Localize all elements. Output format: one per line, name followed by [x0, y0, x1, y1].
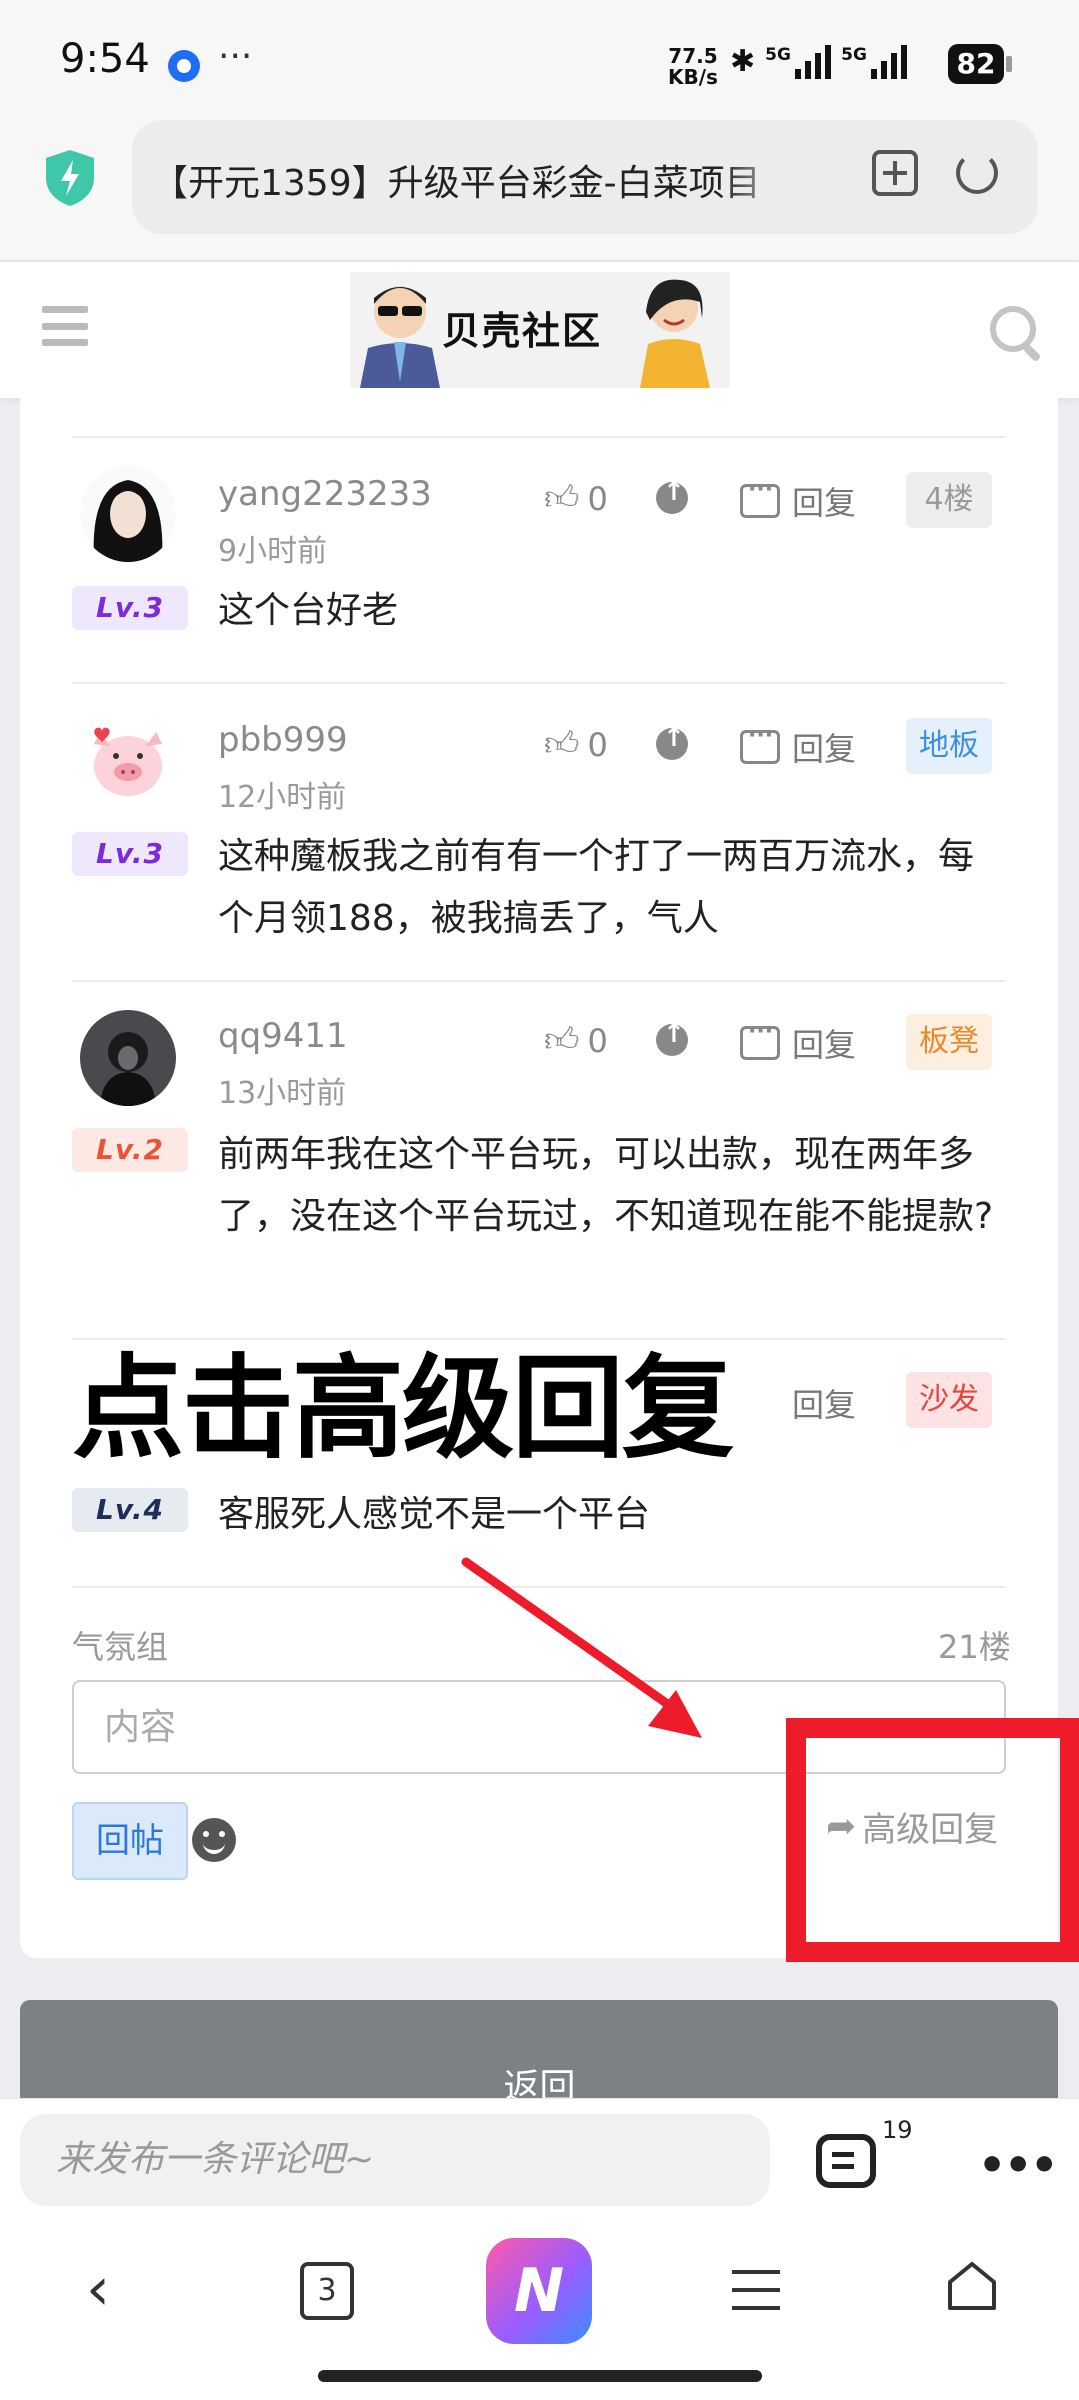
signal-icon: 5G [841, 44, 908, 79]
comment-text: 客服死人感觉不是一个平台 [218, 1494, 651, 1535]
divider [72, 1586, 1006, 1588]
battery-indicator: 82 [948, 44, 1004, 84]
comment-username[interactable]: pbb999 [218, 720, 348, 760]
avatar[interactable] [80, 1010, 176, 1106]
comment-time: 13小时前 [218, 1076, 347, 1111]
url-fade [720, 140, 800, 220]
network-speed: 77.5 KB/s [668, 44, 718, 89]
like-button[interactable]: 👍︎ 0 [544, 1020, 608, 1061]
level-badge: Lv.3 [72, 832, 188, 876]
tutorial-caption: 点击高级回复 [70, 1342, 736, 1476]
floor-badge: 板凳 [906, 1014, 992, 1070]
comment-text: 前两年我在这个平台玩，可以出款，现在两年多了，没在这个平台玩过，不知道现在能不能… [218, 1134, 994, 1237]
floor-count: 21楼 [938, 1628, 1011, 1666]
comment-username[interactable]: qq9411 [218, 1016, 348, 1056]
comment-text: 这种魔板我之前有有一个打了一两百万流水，每个月领188，被我搞丢了，气人 [218, 836, 975, 939]
comment-text: 这个台好老 [218, 590, 399, 631]
more-icon[interactable]: ••• [978, 2140, 1058, 2191]
floor-badge: 沙发 [906, 1372, 992, 1428]
search-icon[interactable] [990, 306, 1036, 352]
reply-button[interactable]: 回复 [792, 1380, 856, 1426]
bluetooth-icon: ✱ [730, 44, 756, 79]
comments-icon[interactable] [816, 2134, 876, 2188]
upvote-icon[interactable] [656, 477, 688, 514]
app-notification-icon [168, 50, 200, 82]
upvote-icon[interactable] [656, 723, 688, 760]
group-label: 气氛组 [72, 1628, 169, 1666]
comment-time: 12小时前 [218, 780, 347, 815]
more-notifications-icon: ··· [218, 36, 253, 77]
reply-button[interactable]: 回复 [792, 1020, 856, 1066]
security-shield-icon[interactable] [44, 148, 96, 208]
emoji-icon[interactable] [192, 1818, 236, 1862]
logo-text: 贝壳社区 [442, 309, 603, 353]
reply-icon[interactable] [740, 1019, 780, 1060]
like-button[interactable]: 👍︎ 0 [544, 478, 608, 519]
reply-button[interactable]: 回复 [792, 724, 856, 770]
divider [72, 980, 1006, 982]
comment-time: 9小时前 [218, 534, 328, 569]
floor-badge: 4楼 [906, 472, 992, 528]
level-badge: Lv.4 [72, 1488, 188, 1532]
comment-username[interactable]: yang223233 [218, 474, 432, 514]
avatar[interactable] [80, 712, 176, 808]
avatar[interactable] [80, 466, 176, 562]
comment-count: 19 [882, 2116, 913, 2144]
highlight-box [786, 1718, 1079, 1962]
menu-icon[interactable] [42, 306, 88, 346]
status-bar [0, 0, 1079, 120]
refresh-icon[interactable] [956, 152, 998, 194]
reply-icon[interactable] [740, 477, 780, 518]
thumbs-up-icon: 👍︎ [544, 1020, 580, 1060]
back-icon[interactable]: ‹ [86, 2254, 110, 2324]
thumbs-up-icon: 👍︎ [544, 724, 580, 764]
site-logo[interactable]: 贝壳社区 [350, 272, 730, 388]
signal-icon: 5G [765, 44, 832, 79]
reply-button[interactable]: 回复 [792, 478, 856, 524]
page-title-url[interactable]: 【开元1359】升级平台彩金-白菜项目 [152, 154, 792, 206]
divider [72, 682, 1006, 684]
thumbs-up-icon: 👍︎ [544, 478, 580, 518]
home-icon[interactable] [944, 2258, 1000, 2314]
hamburger-menu-icon[interactable] [732, 2270, 780, 2310]
tabs-button[interactable]: 3 [300, 2262, 354, 2320]
comment-input[interactable]: 来发布一条评论吧~ [20, 2114, 770, 2206]
divider [72, 436, 1006, 438]
level-badge: Lv.3 [72, 586, 188, 630]
home-indicator[interactable] [318, 2370, 762, 2382]
floor-badge: 地板 [906, 718, 992, 774]
upvote-icon[interactable] [656, 1019, 688, 1056]
add-bookmark-icon[interactable] [872, 150, 918, 196]
like-button[interactable]: 👍︎ 0 [544, 724, 608, 765]
status-time: 9:54 [60, 36, 150, 82]
reply-icon[interactable] [740, 723, 780, 764]
post-reply-button[interactable]: 回帖 [72, 1802, 188, 1880]
status-icons: ✱ 5G 5G [730, 44, 908, 79]
ai-assistant-icon[interactable]: N [486, 2238, 592, 2344]
level-badge: Lv.2 [72, 1128, 188, 1172]
battery-tip [1006, 56, 1012, 72]
